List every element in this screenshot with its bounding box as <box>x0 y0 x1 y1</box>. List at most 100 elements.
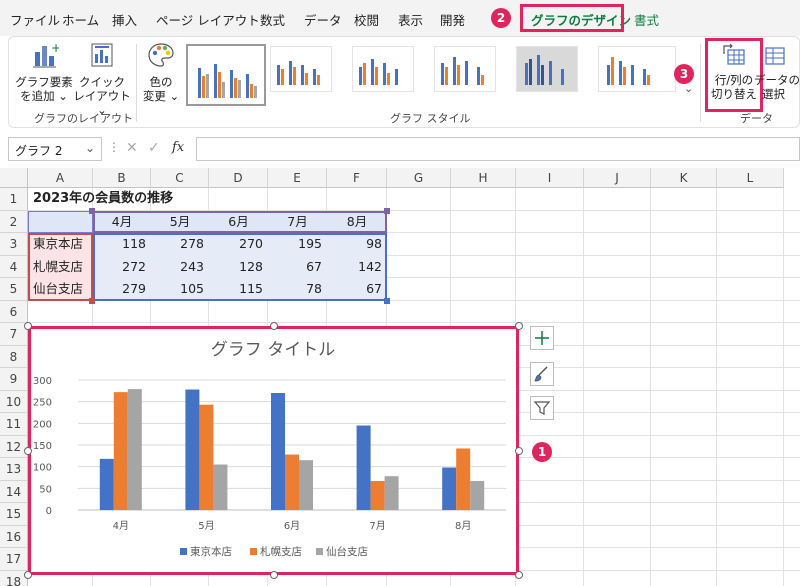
row-header[interactable]: 5 <box>0 278 28 301</box>
column-header[interactable]: B <box>93 168 151 188</box>
column-header[interactable]: D <box>209 168 268 188</box>
row-header[interactable]: 6 <box>0 300 28 323</box>
cancel-icon[interactable]: ✕ <box>126 140 138 156</box>
month-header-8[interactable]: 8月 <box>327 211 387 233</box>
resize-handle[interactable] <box>24 447 32 455</box>
row-header[interactable]: 3 <box>0 233 28 256</box>
group-label-data: データ <box>740 112 773 125</box>
tab-developer[interactable]: 開発 <box>440 10 465 29</box>
chart-style-2[interactable] <box>270 46 332 92</box>
column-header[interactable]: E <box>268 168 327 188</box>
row-header[interactable]: 1 <box>0 188 28 211</box>
range-handle[interactable] <box>384 298 390 304</box>
more-options-icon[interactable]: ⋮ <box>108 140 120 154</box>
chart-style-5[interactable] <box>516 46 578 92</box>
column-header[interactable]: J <box>584 168 651 188</box>
column-header[interactable]: A <box>28 168 93 188</box>
tab-view[interactable]: 表示 <box>398 10 423 29</box>
insert-function-icon[interactable]: fx <box>172 140 184 155</box>
column-header[interactable]: K <box>651 168 717 188</box>
chart-style-4[interactable] <box>434 46 496 92</box>
tab-page-layout[interactable]: ページ レイアウト <box>156 10 260 29</box>
tab-home[interactable]: ホーム <box>62 10 99 29</box>
chart-filters-button[interactable] <box>530 396 554 420</box>
gallery-more-icon[interactable]: ⌄ <box>684 82 693 95</box>
range-handle[interactable] <box>89 298 95 304</box>
row-header[interactable]: 16 <box>0 525 28 548</box>
resize-handle[interactable] <box>24 322 32 330</box>
month-header-7[interactable]: 7月 <box>268 211 327 233</box>
column-header[interactable]: I <box>516 168 584 188</box>
chart-style-6[interactable] <box>598 46 676 92</box>
month-header-5[interactable]: 5月 <box>151 211 209 233</box>
add-element-label-2: を追加 <box>20 89 55 103</box>
value-cell[interactable]: 279 <box>93 278 151 300</box>
chart-styles-button[interactable] <box>530 362 554 386</box>
month-header-6[interactable]: 6月 <box>209 211 268 233</box>
row-header[interactable]: 9 <box>0 368 28 391</box>
branch-cell[interactable]: 仙台支店 <box>28 278 93 300</box>
check-icon[interactable]: ✓ <box>148 140 160 156</box>
change-colors-button[interactable]: 色の 変更 ⌄ <box>140 40 182 103</box>
value-cell[interactable]: 67 <box>268 256 327 278</box>
chart-style-3[interactable] <box>352 46 414 92</box>
value-cell[interactable]: 98 <box>327 233 387 255</box>
quick-layout-button[interactable]: クイック レイアウト ⌄ <box>72 40 132 117</box>
value-cell[interactable]: 67 <box>327 278 387 300</box>
value-cell[interactable]: 118 <box>93 233 151 255</box>
branch-cell[interactable]: 札幌支店 <box>28 256 93 278</box>
value-cell[interactable]: 142 <box>327 256 387 278</box>
value-cell[interactable]: 195 <box>268 233 327 255</box>
chevron-down-icon[interactable]: ⌄ <box>85 141 95 155</box>
row-header[interactable]: 14 <box>0 480 28 503</box>
resize-handle[interactable] <box>270 571 278 579</box>
chart-elements-button[interactable] <box>530 326 554 350</box>
resize-handle[interactable] <box>515 571 523 579</box>
row-header[interactable]: 11 <box>0 413 28 436</box>
range-handle[interactable] <box>384 208 390 214</box>
row-header[interactable]: 13 <box>0 458 28 481</box>
column-header[interactable]: H <box>451 168 516 188</box>
resize-handle[interactable] <box>270 322 278 330</box>
row-header[interactable]: 17 <box>0 548 28 571</box>
column-header[interactable]: F <box>327 168 387 188</box>
name-box[interactable]: グラフ 2 ⌄ <box>8 137 102 161</box>
column-header[interactable]: C <box>151 168 209 188</box>
row-header[interactable]: 2 <box>0 210 28 233</box>
tab-format[interactable]: 書式 <box>634 10 659 29</box>
branch-cell[interactable]: 東京本店 <box>28 233 93 255</box>
value-cell[interactable]: 105 <box>151 278 209 300</box>
tab-data[interactable]: データ <box>304 10 342 29</box>
select-all-corner[interactable] <box>0 168 28 188</box>
range-handle[interactable] <box>89 208 95 214</box>
value-cell[interactable]: 78 <box>268 278 327 300</box>
value-cell[interactable]: 272 <box>93 256 151 278</box>
header-empty-cell[interactable] <box>28 211 93 233</box>
row-header[interactable]: 10 <box>0 390 28 413</box>
row-header[interactable]: 4 <box>0 255 28 278</box>
add-chart-element-button[interactable]: + グラフ要素 を追加 ⌄ <box>14 40 74 103</box>
row-header[interactable]: 8 <box>0 345 28 368</box>
value-cell[interactable]: 115 <box>209 278 268 300</box>
formula-input[interactable] <box>196 137 800 161</box>
select-data-button[interactable]: データの 選択 <box>754 42 800 101</box>
value-cell[interactable]: 270 <box>209 233 268 255</box>
row-header[interactable]: 15 <box>0 503 28 526</box>
value-cell[interactable]: 243 <box>151 256 209 278</box>
column-header[interactable]: L <box>717 168 784 188</box>
chart-style-1[interactable] <box>186 44 266 106</box>
month-header-4[interactable]: 4月 <box>93 211 151 233</box>
value-cell[interactable]: 278 <box>151 233 209 255</box>
column-header[interactable]: G <box>387 168 451 188</box>
resize-handle[interactable] <box>515 447 523 455</box>
tab-formulas[interactable]: 数式 <box>260 10 285 29</box>
tab-insert[interactable]: 挿入 <box>112 10 137 29</box>
sheet-title-cell[interactable]: 2023年の会員数の推移 <box>28 188 328 210</box>
resize-handle[interactable] <box>24 571 32 579</box>
tab-review[interactable]: 校閲 <box>354 10 379 29</box>
grid-column-line <box>583 188 584 586</box>
tab-file[interactable]: ファイル <box>10 10 60 29</box>
row-header[interactable]: 12 <box>0 435 28 458</box>
value-cell[interactable]: 128 <box>209 256 268 278</box>
resize-handle[interactable] <box>515 322 523 330</box>
